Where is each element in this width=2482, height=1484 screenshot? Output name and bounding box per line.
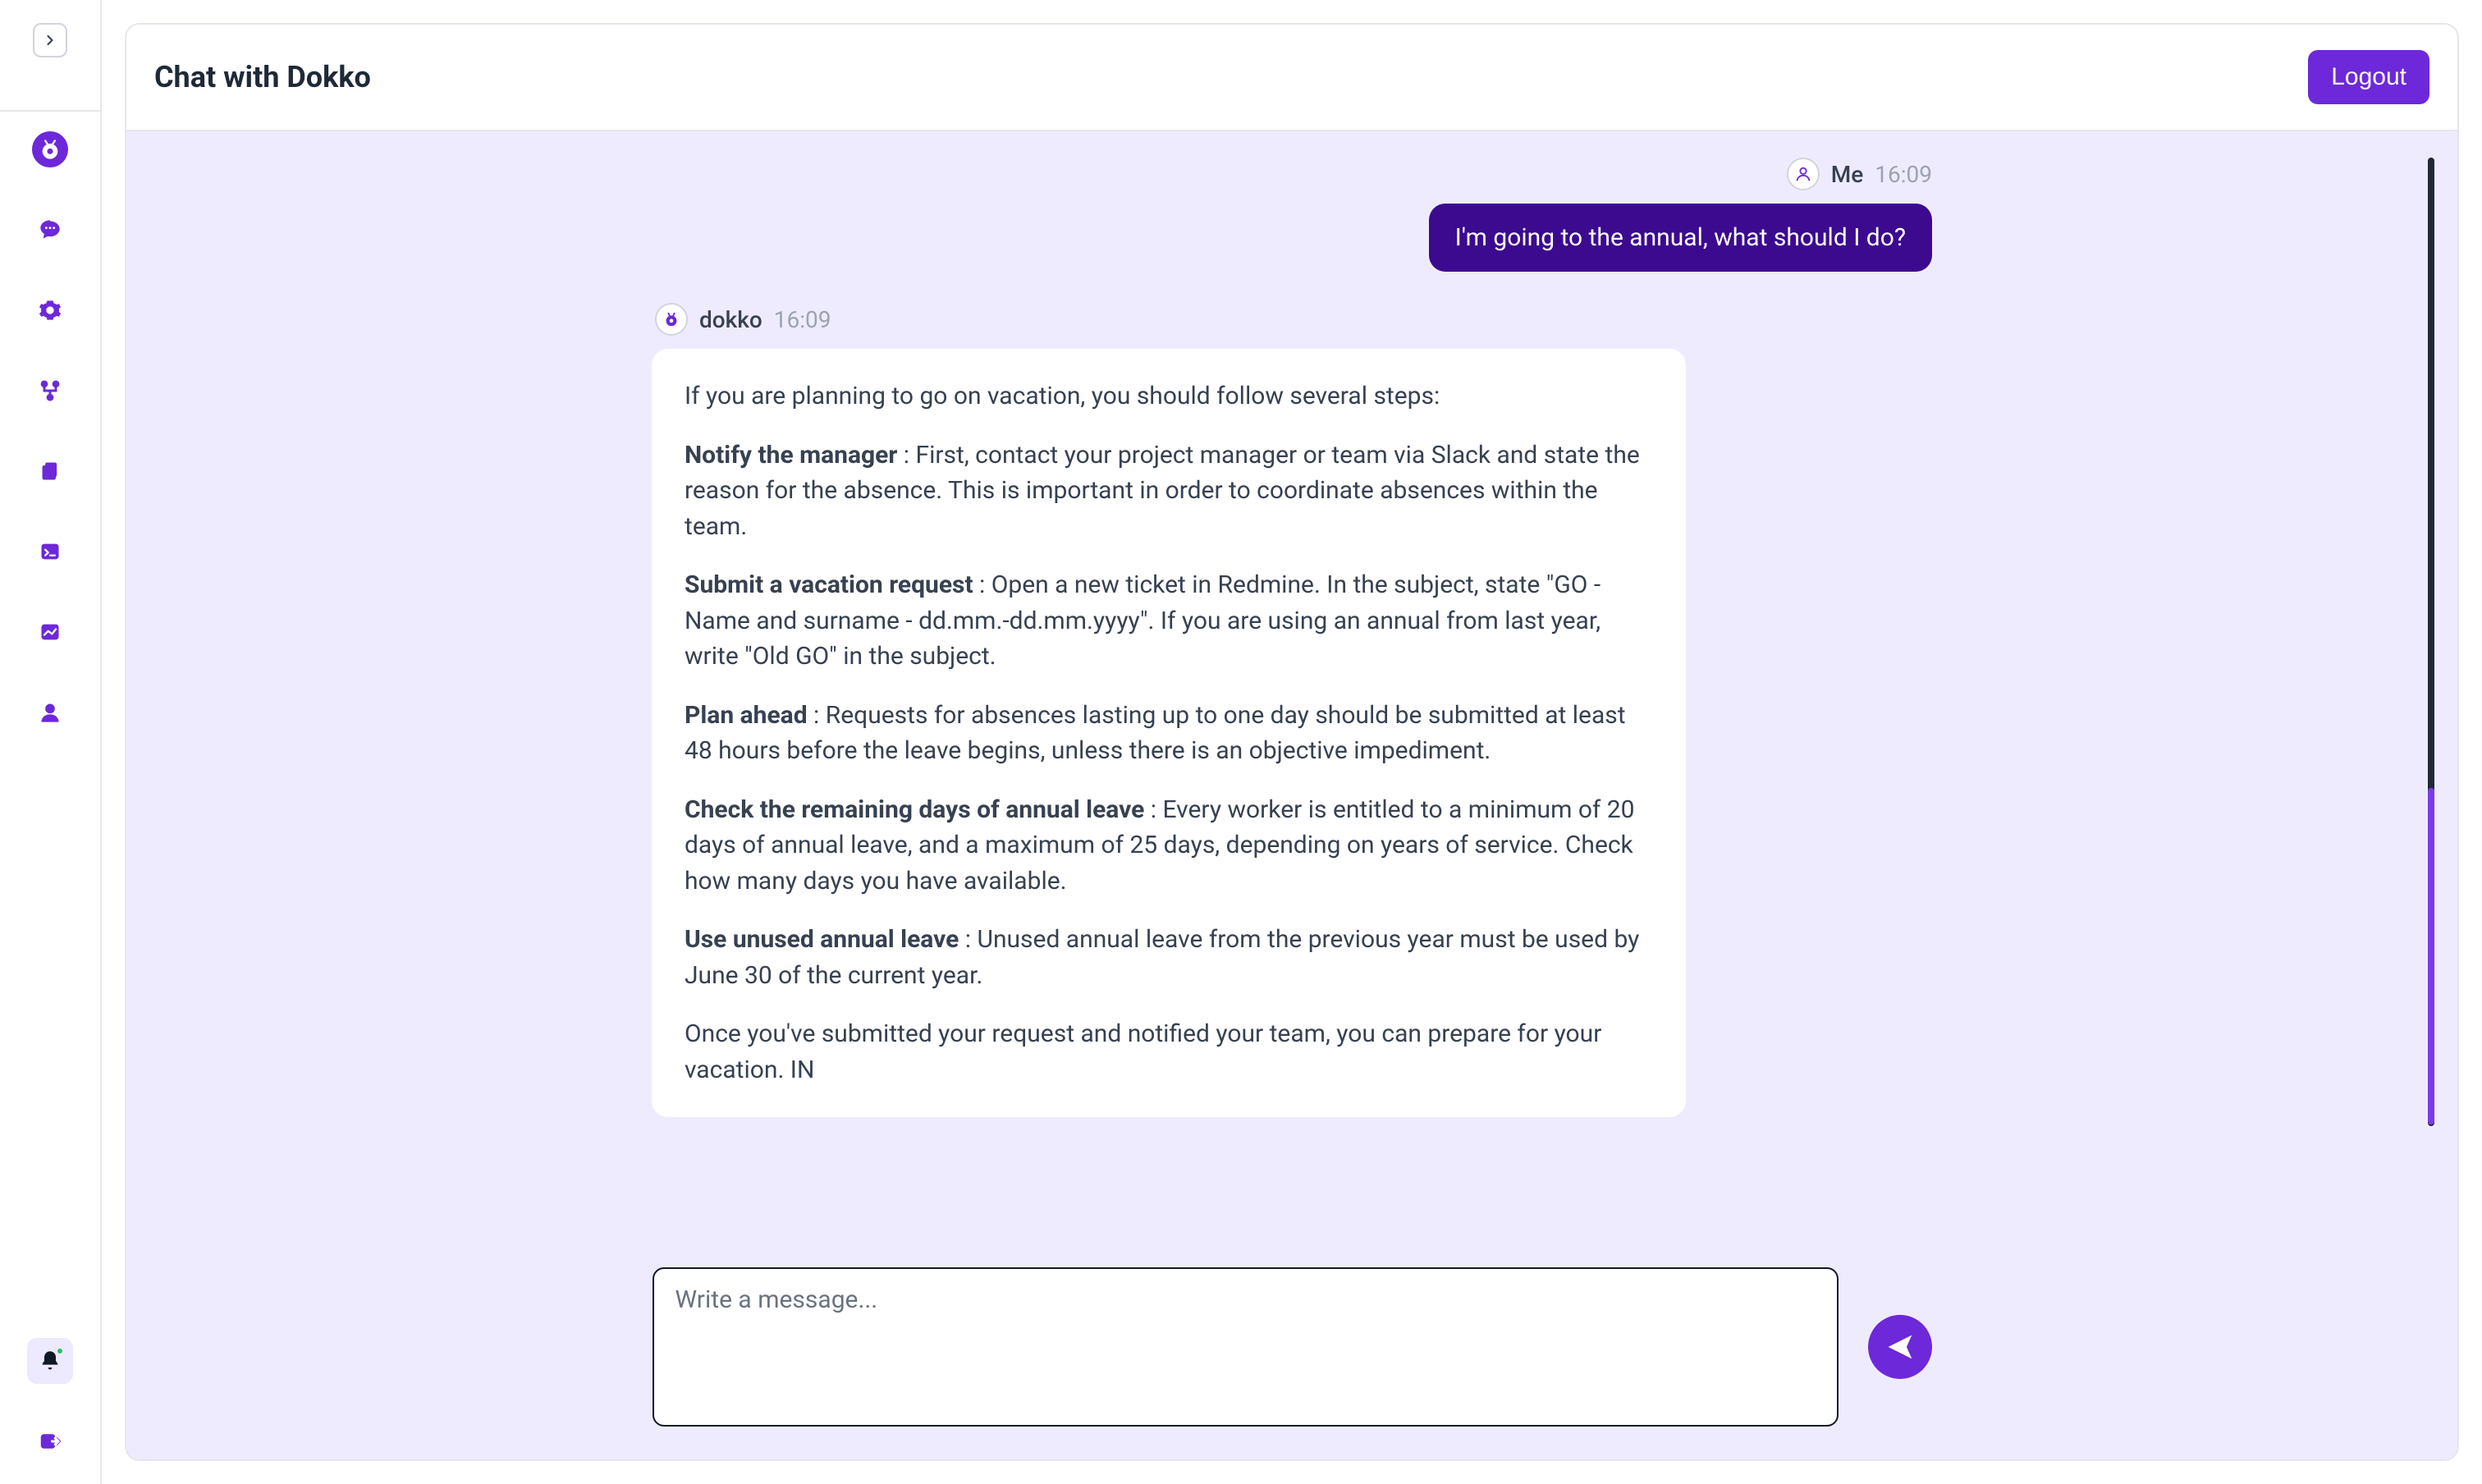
step-title: Submit a vacation request bbox=[685, 570, 973, 599]
sidebar bbox=[0, 0, 102, 1484]
bot-step: Check the remaining days of annual leave… bbox=[685, 792, 1653, 900]
logout-icon bbox=[38, 1429, 62, 1454]
message-bot: dokko 16:09 If you are planning to go on… bbox=[652, 303, 1932, 1117]
bot-intro: If you are planning to go on vacation, y… bbox=[685, 378, 1653, 415]
bot-step: Use unused annual leave : Unused annual … bbox=[685, 922, 1653, 993]
bot-step: Plan ahead : Requests for absences lasti… bbox=[685, 698, 1653, 769]
chat-body: Me 16:09 I'm going to the annual, what s… bbox=[126, 131, 2457, 1459]
user-avatar bbox=[1787, 158, 1820, 190]
step-body: : Requests for absences lasting up to on… bbox=[685, 701, 1626, 766]
messages-list: Me 16:09 I'm going to the annual, what s… bbox=[652, 131, 1932, 1243]
sidebar-item-chat[interactable] bbox=[32, 212, 68, 248]
bot-outro: Once you've submitted your request and n… bbox=[685, 1016, 1653, 1088]
send-icon bbox=[1884, 1331, 1916, 1363]
sidebar-divider bbox=[0, 110, 100, 112]
message-time: 16:09 bbox=[1875, 161, 1932, 188]
messages-viewport: Me 16:09 I'm going to the annual, what s… bbox=[126, 131, 2457, 1243]
chevron-right-icon bbox=[42, 32, 58, 48]
dokko-logo-icon bbox=[39, 138, 62, 161]
main-area: Chat with Dokko Logout bbox=[102, 0, 2482, 1484]
app-root: Chat with Dokko Logout bbox=[0, 0, 2482, 1484]
message-bubble-bot: If you are planning to go on vacation, y… bbox=[652, 349, 1686, 1117]
account-icon bbox=[39, 701, 62, 724]
terminal-icon bbox=[39, 540, 62, 563]
sidebar-item-account[interactable] bbox=[32, 694, 68, 731]
bot-avatar bbox=[655, 303, 688, 336]
sidebar-item-documents[interactable] bbox=[32, 453, 68, 489]
message-user: Me 16:09 I'm going to the annual, what s… bbox=[652, 158, 1932, 272]
card-header: Chat with Dokko Logout bbox=[126, 25, 2457, 131]
message-bubble-user: I'm going to the annual, what should I d… bbox=[1429, 204, 1932, 272]
notifications-button[interactable] bbox=[27, 1338, 73, 1384]
message-meta: dokko 16:09 bbox=[655, 303, 831, 336]
chat-icon bbox=[39, 218, 62, 241]
message-author: dokko bbox=[699, 306, 762, 333]
sidebar-item-settings[interactable] bbox=[32, 292, 68, 328]
step-title: Check the remaining days of annual leave bbox=[685, 795, 1144, 824]
logout-button[interactable]: Logout bbox=[2308, 50, 2429, 104]
sidebar-nav bbox=[32, 131, 68, 731]
documents-icon bbox=[39, 460, 62, 483]
sidebar-bottom bbox=[27, 1338, 73, 1459]
message-time: 16:09 bbox=[774, 306, 831, 333]
step-title: Plan ahead bbox=[685, 701, 808, 730]
notification-dot bbox=[56, 1347, 64, 1355]
sidebar-item-analytics[interactable] bbox=[32, 614, 68, 650]
step-title: Notify the manager bbox=[685, 441, 897, 469]
user-avatar-icon bbox=[1794, 165, 1812, 183]
sidebar-item-pipeline[interactable] bbox=[32, 373, 68, 409]
step-title: Use unused annual leave bbox=[685, 925, 959, 954]
dokko-avatar-icon bbox=[662, 310, 680, 328]
scrollbar-thumb[interactable] bbox=[2428, 788, 2434, 1124]
composer bbox=[126, 1243, 2457, 1459]
page-title: Chat with Dokko bbox=[154, 60, 371, 94]
sidebar-item-terminal[interactable] bbox=[32, 534, 68, 570]
message-author: Me bbox=[1831, 161, 1863, 188]
message-input[interactable] bbox=[653, 1267, 1839, 1427]
sidebar-toggle-button[interactable] bbox=[33, 23, 67, 57]
chat-card: Chat with Dokko Logout bbox=[125, 23, 2459, 1461]
analytics-icon bbox=[39, 621, 62, 644]
send-button[interactable] bbox=[1868, 1315, 1932, 1379]
gear-icon bbox=[39, 299, 62, 322]
message-meta: Me 16:09 bbox=[1787, 158, 1932, 190]
sidebar-item-logout[interactable] bbox=[32, 1423, 68, 1459]
bot-step: Submit a vacation request : Open a new t… bbox=[685, 567, 1653, 675]
pipeline-icon bbox=[39, 379, 62, 402]
bot-step: Notify the manager : First, contact your… bbox=[685, 437, 1653, 545]
sidebar-item-dokko[interactable] bbox=[32, 131, 68, 167]
